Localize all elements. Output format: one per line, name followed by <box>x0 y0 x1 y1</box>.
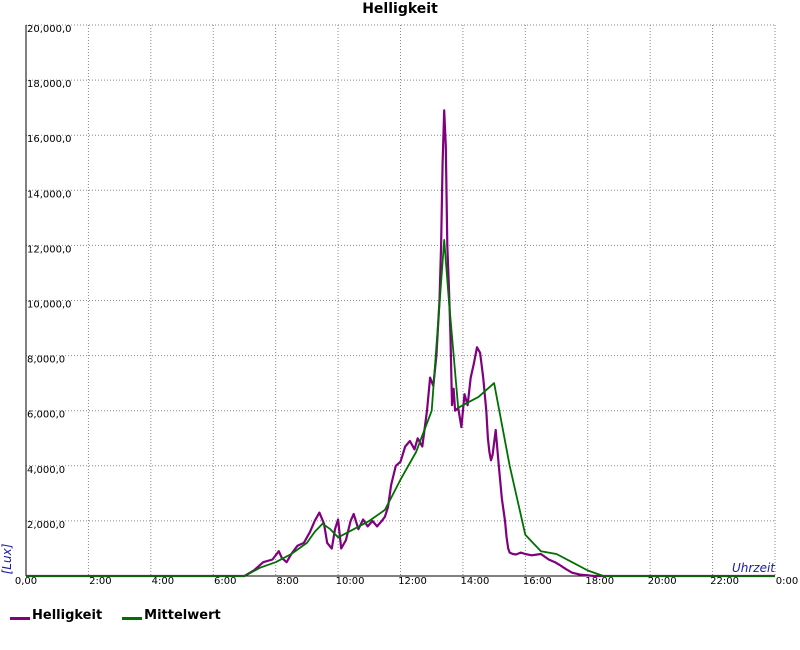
x-tick-label: 22:00 <box>710 576 739 587</box>
y-tick-label: 8,000,0 <box>27 355 65 366</box>
y-tick-label: 20,000,0 <box>27 24 72 35</box>
brightness-chart: Helligkeit 0,00 2:00 4:00 6:00 8:00 10:00 12:0… <box>0 1 798 587</box>
x-tick-label: 10:00 <box>336 576 365 587</box>
chart-title: Helligkeit <box>362 1 438 17</box>
y-axis-label: [Lux] <box>0 543 14 574</box>
y-tick-labels: 2,000,0 4,000,0 6,000,0 8,000,0 10,000,0 12,0… <box>27 24 72 531</box>
x-tick-label: 16:00 <box>523 576 552 587</box>
legend-item-mittelwert: Mittelwert <box>122 608 221 623</box>
y-tick-label: 14,000,0 <box>27 189 72 200</box>
x-tick-label: 20:00 <box>648 576 677 587</box>
chart-legend: Helligkeit Mittelwert <box>10 608 221 623</box>
x-tick-label: 12:00 <box>398 576 427 587</box>
x-axis-label: Uhrzeit <box>732 561 776 575</box>
y-tick-label: 10,000,0 <box>27 300 72 311</box>
chart-grid <box>26 24 776 576</box>
x-tick-label: 0,00 <box>15 576 37 587</box>
series-line-mittelwert <box>26 238 775 577</box>
x-tick-label: 2:00 <box>89 576 111 587</box>
legend-label: Mittelwert <box>144 608 221 623</box>
y-tick-label: 2,000,0 <box>27 520 65 531</box>
y-tick-label: 16,000,0 <box>27 134 72 145</box>
y-tick-label: 12,000,0 <box>27 244 72 255</box>
y-tick-label: 18,000,0 <box>27 79 72 90</box>
y-tick-label: 4,000,0 <box>27 465 65 476</box>
x-tick-labels: 0,00 2:00 4:00 6:00 8:00 10:00 12:00 14:00 16:00… <box>15 576 798 587</box>
x-tick-label: 18:00 <box>585 576 614 587</box>
legend-item-helligkeit: Helligkeit <box>10 608 102 623</box>
x-tick-label: 0:00 <box>776 576 798 587</box>
x-tick-label: 4:00 <box>152 576 174 587</box>
legend-swatch <box>122 617 143 620</box>
x-tick-label: 14:00 <box>461 576 490 587</box>
x-tick-label: 6:00 <box>214 576 236 587</box>
legend-swatch <box>10 617 30 620</box>
x-tick-label: 8:00 <box>276 576 298 587</box>
legend-label: Helligkeit <box>32 608 103 623</box>
y-tick-label: 6,000,0 <box>27 410 65 421</box>
